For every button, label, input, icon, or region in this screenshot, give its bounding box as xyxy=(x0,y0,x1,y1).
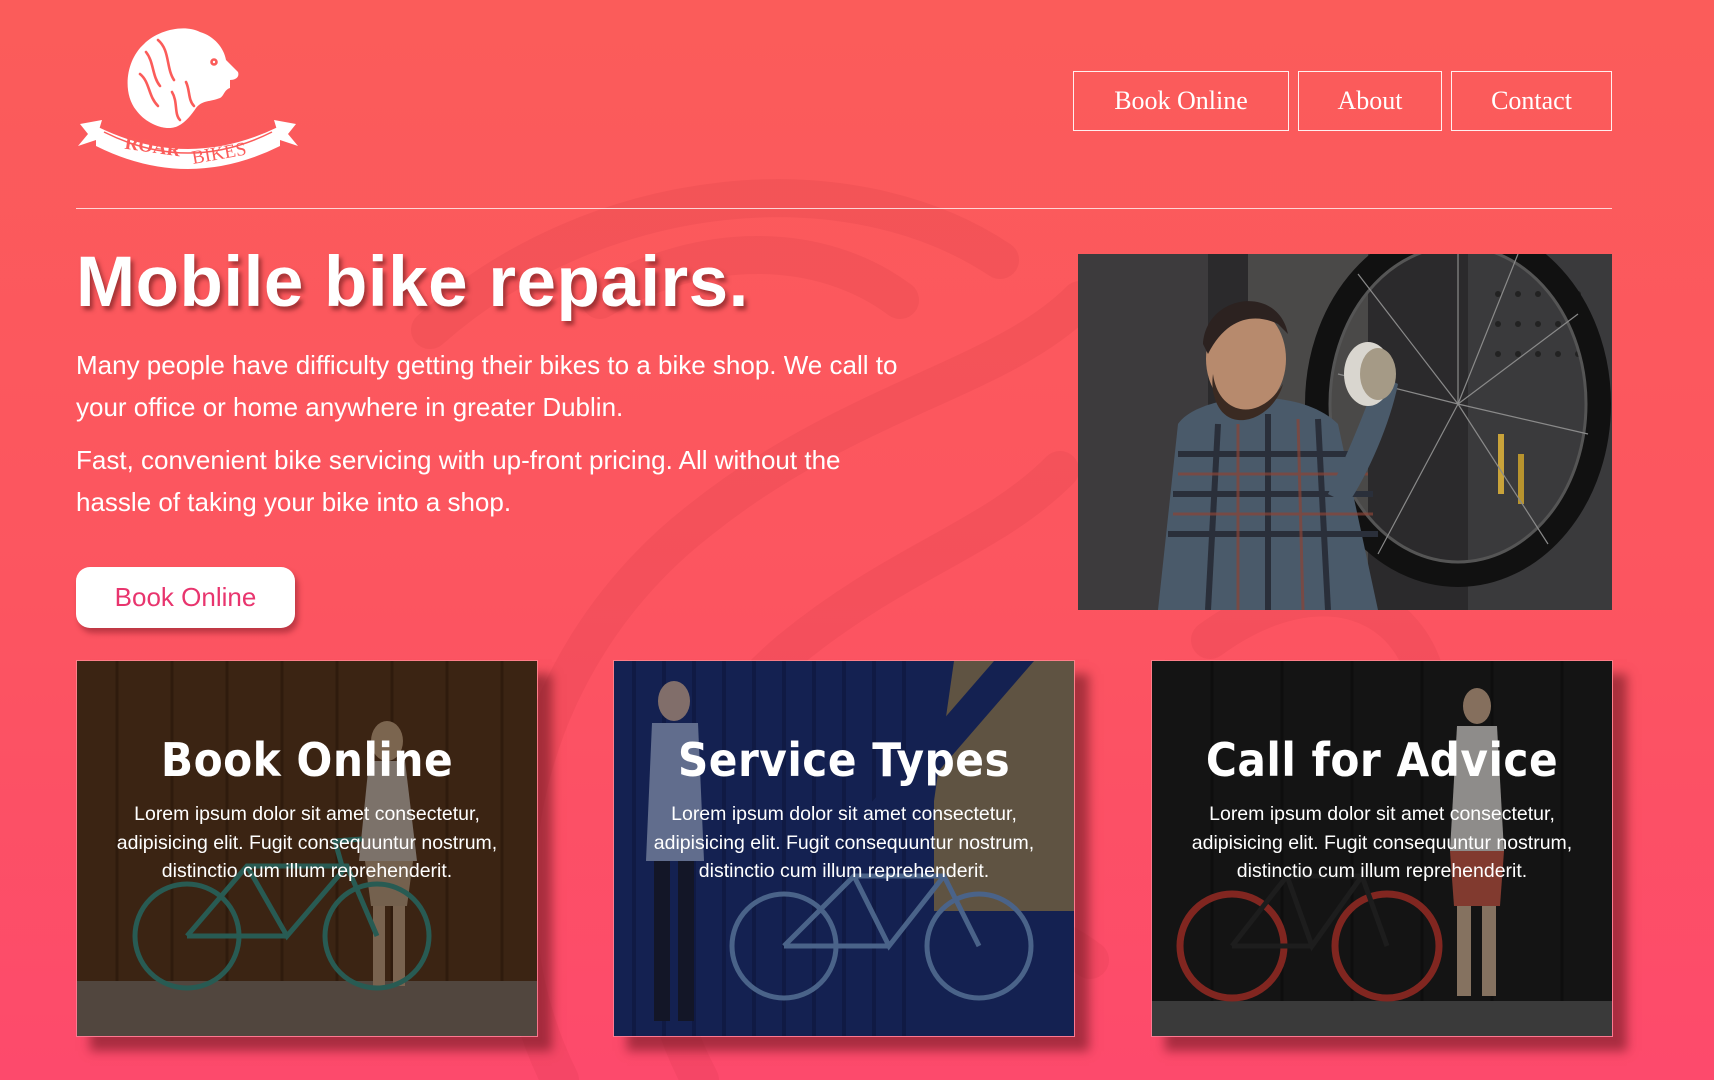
card-description: Lorem ipsum dolor sit amet consectetur, … xyxy=(116,803,498,882)
hero-description: Many people have difficulty getting thei… xyxy=(76,344,916,534)
roar-bikes-logo[interactable]: ROAR BIKES xyxy=(74,22,302,174)
main-nav: Book Online About Contact xyxy=(1073,71,1612,131)
hero-paragraph-2: Fast, convenient bike servicing with up-… xyxy=(76,445,841,517)
nav-book-online-button[interactable]: Book Online xyxy=(1073,71,1289,131)
mechanic-repairing-wheel-photo xyxy=(1078,254,1612,610)
hero-paragraph-1: Many people have difficulty getting thei… xyxy=(76,350,898,422)
logo-text-bikes: BIKES xyxy=(190,139,248,169)
hero-title: Mobile bike repairs. xyxy=(76,243,749,322)
header-divider xyxy=(76,208,1612,209)
card-call-for-advice[interactable]: Call for Advice Lorem ipsum dolor sit am… xyxy=(1151,660,1613,1037)
nav-contact-button[interactable]: Contact xyxy=(1451,71,1612,131)
card-title: Call for Advice xyxy=(1205,733,1559,787)
nav-about-button[interactable]: About xyxy=(1298,71,1442,131)
card-description: Lorem ipsum dolor sit amet consectetur, … xyxy=(1191,803,1573,882)
hero-book-online-button[interactable]: Book Online xyxy=(76,567,295,628)
card-service-types[interactable]: Service Types Lorem ipsum dolor sit amet… xyxy=(613,660,1075,1037)
card-description: Lorem ipsum dolor sit amet consectetur, … xyxy=(653,803,1035,882)
card-title: Book Online xyxy=(160,733,454,787)
card-book-online[interactable]: Book Online Lorem ipsum dolor sit amet c… xyxy=(76,660,538,1037)
card-title: Service Types xyxy=(677,733,1011,787)
